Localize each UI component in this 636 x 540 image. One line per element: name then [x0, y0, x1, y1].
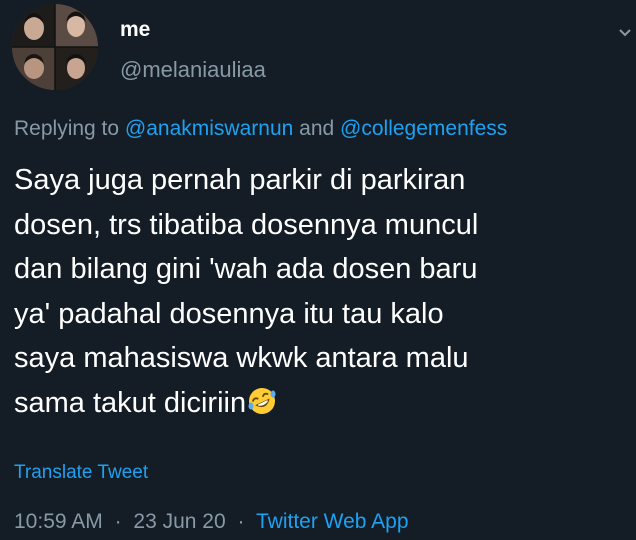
meta-separator: ·: [237, 510, 245, 533]
reply-conjunction: and: [299, 117, 335, 140]
tweet-text: Saya juga pernah parkir di parkiran dose…: [14, 164, 479, 419]
tweet-time[interactable]: 10:59 AM: [14, 510, 103, 533]
mention-link-anakmiswarnun[interactable]: @anakmiswarnun: [125, 117, 293, 140]
reply-prefix: Replying to: [14, 117, 120, 140]
tweet-date[interactable]: 23 Jun 20: [133, 510, 225, 533]
tweet-source-link[interactable]: Twitter Web App: [256, 510, 409, 533]
chevron-down-icon[interactable]: [618, 26, 632, 40]
tweet-meta: 10:59 AM · 23 Jun 20 · Twitter Web App: [14, 509, 409, 535]
translate-tweet-link[interactable]: Translate Tweet: [14, 461, 148, 485]
avatar-image: [12, 4, 98, 90]
avatar[interactable]: [12, 4, 98, 90]
author-handle[interactable]: @melaniauliaa: [120, 57, 266, 83]
author-display-name[interactable]: me: [120, 18, 150, 42]
meta-separator: ·: [114, 510, 122, 533]
mention-link-collegemenfess[interactable]: @collegemenfess: [340, 117, 507, 140]
rolling-on-the-floor-laughing-emoji-icon: [248, 387, 276, 414]
tweet-body: Saya juga pernah parkir di parkiran dose…: [14, 158, 626, 425]
reply-context: Replying to @anakmiswarnun and @collegem…: [14, 116, 507, 142]
